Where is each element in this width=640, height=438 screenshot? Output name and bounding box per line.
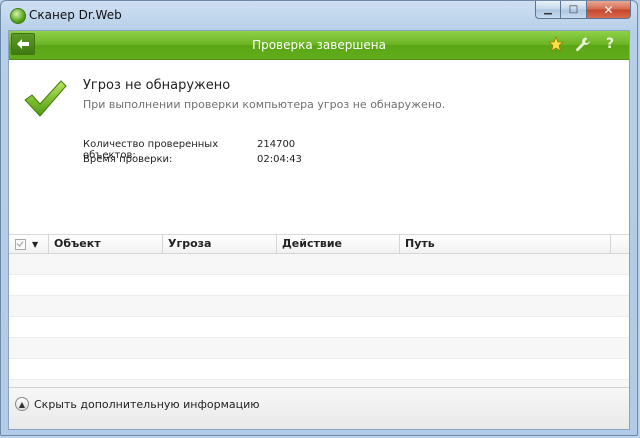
stat-value: 02:04:43 [257,154,302,165]
hide-details-label[interactable]: Скрыть дополнительную информацию [34,398,260,411]
table-header: ▼ Объект Угроза Действие Путь [9,235,629,254]
column-header-threat[interactable]: Угроза [163,235,277,253]
column-header-object[interactable]: Объект [49,235,163,253]
table-row [9,254,629,275]
result-description: При выполнении проверки компьютера угроз… [83,98,446,111]
title-bar[interactable]: Сканер Dr.Web ▁ □ ✕ [1,1,637,29]
stat-row-time: Время проверки: 02:04:43 [83,154,302,169]
close-button[interactable]: ✕ [587,1,631,19]
success-check-icon [24,80,67,117]
scan-stats: Количество проверенных объектов: 214700 … [83,139,302,169]
stat-label: Количество проверенных объектов: [83,139,219,161]
select-all-column[interactable]: ▼ [9,235,49,253]
page-title: Проверка завершена [252,38,386,52]
table-row [9,317,629,338]
stat-label: Время проверки: [83,154,173,165]
hide-details-toggle[interactable]: ▲ Скрыть дополнительную информацию [15,397,260,411]
drweb-logo-icon [10,8,26,24]
table-body [9,254,629,401]
minimize-button[interactable]: ▁ [535,1,561,19]
stat-value: 214700 [257,139,296,150]
dropdown-arrow-icon[interactable]: ▼ [32,240,38,249]
column-header-filler [611,235,629,253]
result-headline: Угроз не обнаружено [83,78,231,93]
scanner-window: Сканер Dr.Web ▁ □ ✕ Проверка завершена ?… [0,0,638,436]
table-row [9,296,629,317]
maximize-button[interactable]: □ [561,1,587,19]
help-icon[interactable]: ? [601,35,619,53]
threats-table: ▼ Объект Угроза Действие Путь [9,234,629,401]
column-header-path[interactable]: Путь [400,235,611,253]
table-row [9,338,629,359]
main-panel: Проверка завершена ? Угроз не обнаружено… [8,30,630,430]
star-icon[interactable] [547,35,565,53]
column-header-action[interactable]: Действие [277,235,400,253]
table-row [9,359,629,380]
footer-bar: ▲ Скрыть дополнительную информацию [9,387,629,429]
select-all-checkbox[interactable] [15,238,26,250]
caption-buttons: ▁ □ ✕ [535,1,631,19]
stat-row-objects: Количество проверенных объектов: 214700 [83,139,302,161]
wrench-icon[interactable] [574,35,592,53]
collapse-up-icon[interactable]: ▲ [15,397,29,411]
table-row [9,275,629,296]
green-toolbar: Проверка завершена ? [9,31,629,60]
window-title: Сканер Dr.Web [29,8,122,22]
toolbar-icons: ? [547,35,619,53]
